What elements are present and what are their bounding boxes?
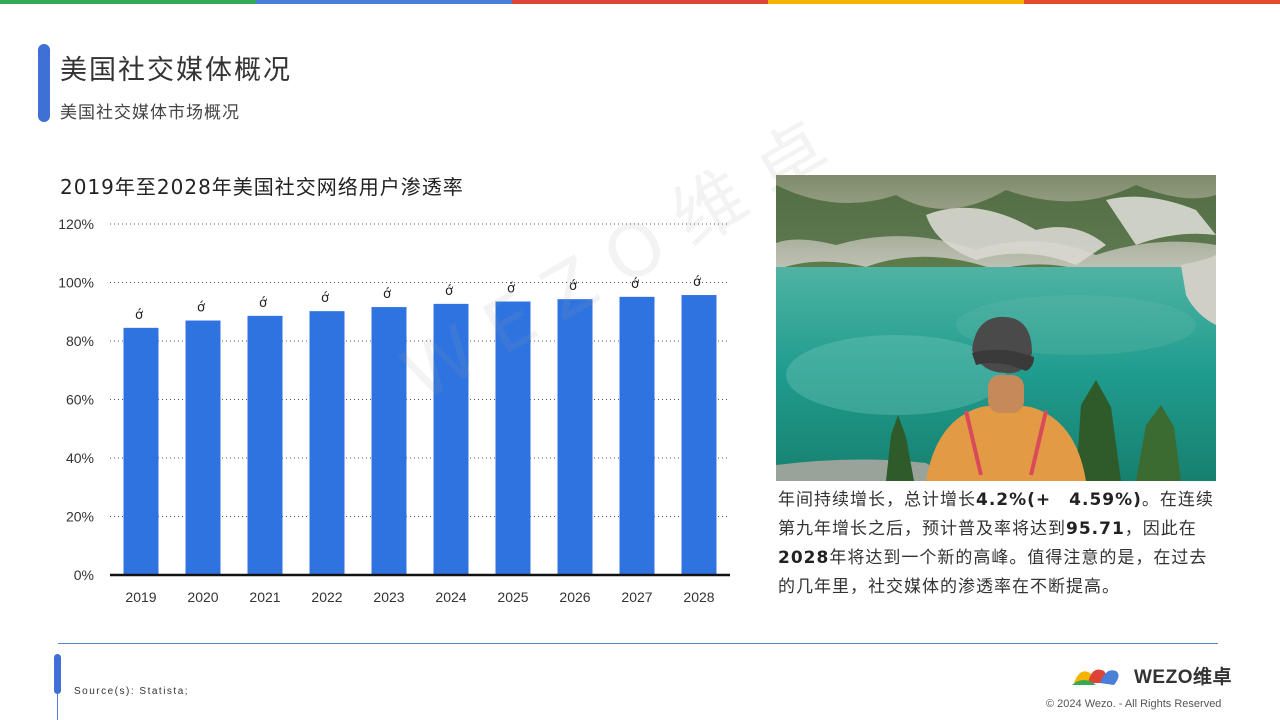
top-bar-segment: [256, 0, 512, 4]
bar-data-label: ớ: [135, 308, 143, 323]
bar: [619, 296, 655, 575]
copyright: © 2024 Wezo. - All Rights Reserved: [1046, 698, 1222, 710]
description-growth-value: 4.2%(+ 4.59%): [976, 490, 1142, 510]
top-bar-segment: [0, 0, 256, 4]
x-tick-label: 2023: [373, 589, 404, 605]
lake-photo: [776, 175, 1216, 481]
chart-title: 2019年至2028年美国社交网络用户渗透率: [60, 175, 464, 199]
description-text: 年将达到一个新的高峰。值得注意的是，在过去的几年里，社交媒体的渗透率在不断提高。: [778, 548, 1208, 597]
title-accent-bar: [38, 44, 50, 122]
x-tick-label: 2022: [311, 589, 342, 605]
x-tick-label: 2019: [125, 589, 156, 605]
description-penetration-value: 95.71: [1066, 519, 1125, 539]
description-year-value: 2028: [778, 548, 830, 568]
description-text: 年间持续增长，总计增长: [778, 490, 976, 510]
bar: [185, 320, 221, 575]
page-subtitle: 美国社交媒体市场概况: [60, 103, 240, 123]
source-note: Source(s): Statista;: [74, 686, 190, 697]
bar: [123, 327, 159, 575]
bar: [681, 295, 717, 575]
y-tick-label: 80%: [66, 333, 94, 349]
description-text: ，因此在: [1124, 519, 1197, 539]
footer-divider: [58, 643, 1218, 644]
y-tick-label: 100%: [58, 275, 94, 291]
y-tick-label: 20%: [66, 509, 94, 525]
wezo-logo-icon: [1072, 669, 1119, 685]
bar-data-label: ớ: [383, 287, 391, 302]
y-tick-label: 40%: [66, 450, 94, 466]
bar: [247, 315, 283, 575]
x-tick-label: 2028: [683, 589, 714, 605]
x-tick-label: 2027: [621, 589, 652, 605]
bar-data-label: ớ: [693, 275, 701, 290]
x-tick-label: 2020: [187, 589, 218, 605]
y-tick-label: 60%: [66, 392, 94, 408]
x-tick-label: 2025: [497, 589, 528, 605]
y-tick-label: 0%: [74, 567, 94, 583]
bar-data-label: ớ: [259, 296, 267, 311]
top-bar-segment: [1024, 0, 1280, 4]
bar-data-label: ớ: [197, 301, 205, 316]
x-tick-label: 2021: [249, 589, 280, 605]
y-tick-label: 120%: [58, 216, 94, 232]
logo-text: WEZO维卓: [1134, 667, 1232, 688]
x-tick-label: 2024: [435, 589, 466, 605]
page-title: 美国社交媒体概况: [60, 55, 292, 86]
top-bar-segment: [768, 0, 1024, 4]
x-tick-label: 2026: [559, 589, 590, 605]
lake-photo-illustration: [776, 175, 1216, 481]
bar: [309, 311, 345, 575]
description-paragraph: 年间持续增长，总计增长4.2%(+ 4.59%)。在连续第九年增长之后，预计普及…: [778, 486, 1224, 602]
top-color-bar: [0, 0, 1280, 4]
top-bar-segment: [512, 0, 768, 4]
footer-accent-bar: [54, 654, 61, 694]
footer-vertical-line: [57, 694, 58, 720]
bar-data-label: ớ: [321, 291, 329, 306]
wezo-logo: WEZO维卓: [1070, 662, 1232, 689]
